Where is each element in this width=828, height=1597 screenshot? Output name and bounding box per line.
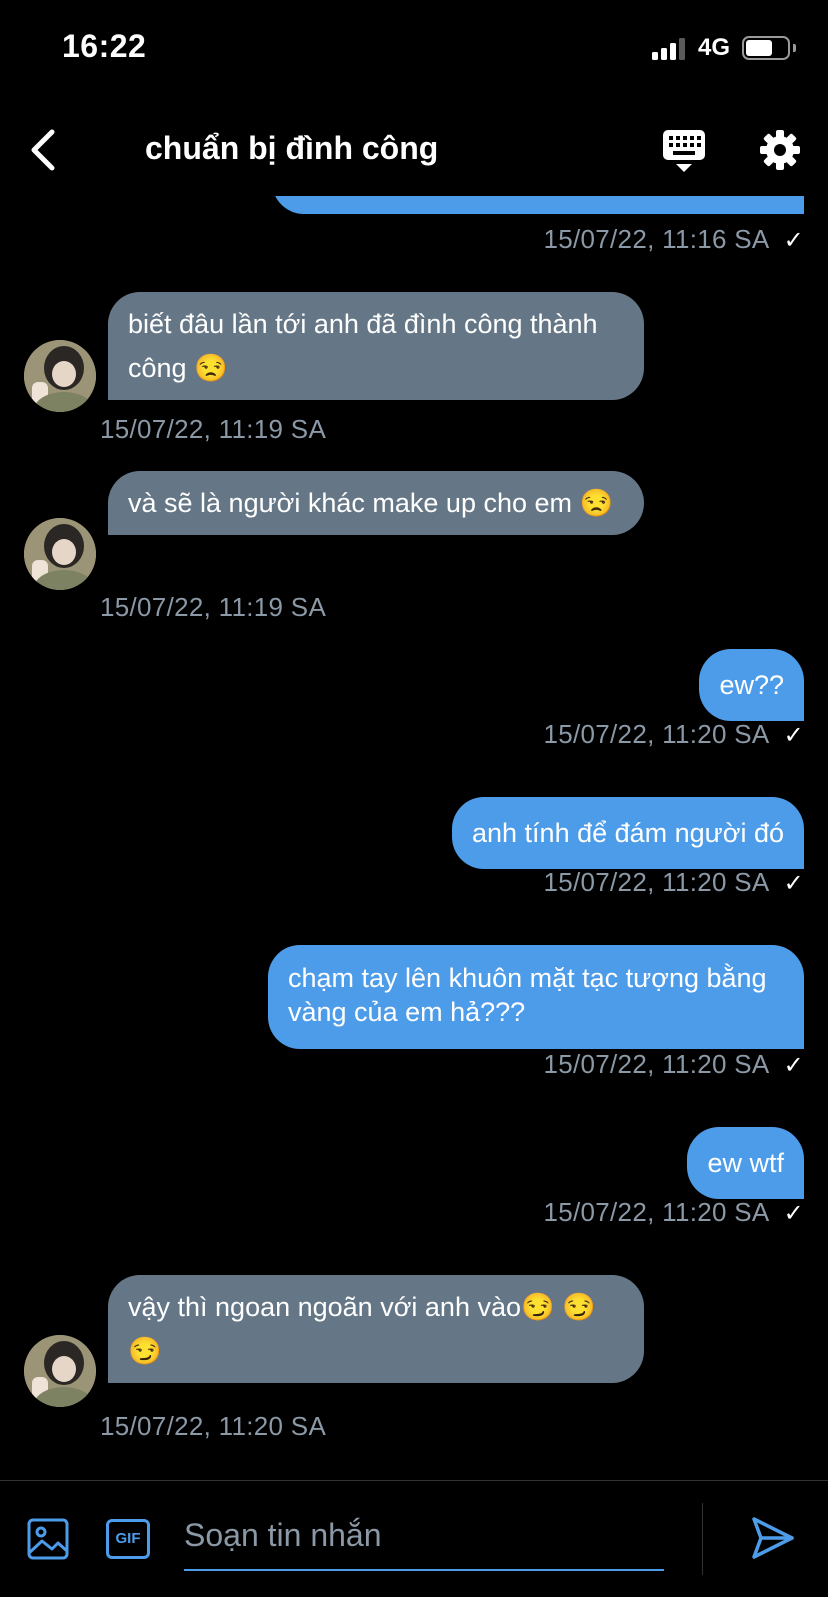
message-bubble-incoming[interactable]: biết đâu lần tới anh đã đình công thành … [108, 292, 644, 400]
network-type: 4G [698, 34, 731, 61]
message-bubble-outgoing[interactable]: anh tính để đám người đó [452, 797, 804, 869]
message-timestamp: 15/07/22, 11:16 SA ✓ [543, 224, 804, 254]
status-bar: 16:22 4G [0, 0, 828, 96]
chat-header: chuẩn bị đình công [0, 110, 828, 190]
message-bubble-outgoing[interactable]: ew wtf [687, 1127, 804, 1199]
divider [702, 1503, 703, 1575]
back-icon[interactable] [26, 128, 66, 172]
message-list[interactable]: 15/07/22, 11:16 SA ✓ biết đâu lần tới anh… [0, 196, 828, 1480]
sent-check-icon: ✓ [783, 227, 804, 254]
gif-icon[interactable]: GIF [106, 1519, 150, 1559]
image-icon[interactable] [26, 1517, 70, 1561]
message-timestamp: 15/07/22, 11:19 SA [100, 414, 327, 444]
sent-check-icon: ✓ [783, 870, 804, 897]
message-timestamp: 15/07/22, 11:20 SA [100, 1411, 327, 1441]
message-composer: GIF [0, 1480, 828, 1597]
avatar[interactable] [24, 340, 96, 412]
message-bubble-incoming[interactable]: vậy thì ngoan ngoãn với anh vào😏 😏 😏 [108, 1275, 644, 1383]
gear-icon[interactable] [758, 128, 802, 172]
status-time: 16:22 [62, 28, 147, 64]
sent-check-icon: ✓ [783, 1052, 804, 1079]
battery-icon [742, 36, 790, 60]
message-timestamp: 15/07/22, 11:20 SA ✓ [543, 1197, 804, 1227]
message-timestamp: 15/07/22, 11:20 SA ✓ [543, 867, 804, 897]
avatar[interactable] [24, 1335, 96, 1407]
keyboard-icon[interactable] [660, 128, 708, 174]
message-bubble-outgoing[interactable] [272, 196, 804, 214]
message-bubble-incoming[interactable]: và sẽ là người khác make up cho em 😒 [108, 471, 644, 535]
battery-cap [793, 44, 796, 52]
signal-icon [652, 36, 688, 60]
send-icon[interactable] [750, 1515, 796, 1561]
message-timestamp: 15/07/22, 11:20 SA ✓ [543, 719, 804, 749]
sent-check-icon: ✓ [783, 722, 804, 749]
sent-check-icon: ✓ [783, 1200, 804, 1227]
message-timestamp: 15/07/22, 11:19 SA [100, 592, 327, 622]
message-bubble-outgoing[interactable]: chạm tay lên khuôn mặt tạc tượng bằng và… [268, 945, 804, 1049]
message-input[interactable] [184, 1501, 664, 1571]
message-bubble-outgoing[interactable]: ew?? [699, 649, 804, 721]
message-timestamp: 15/07/22, 11:20 SA ✓ [543, 1049, 804, 1079]
avatar[interactable] [24, 518, 96, 590]
chat-title: chuẩn bị đình công [145, 130, 439, 166]
